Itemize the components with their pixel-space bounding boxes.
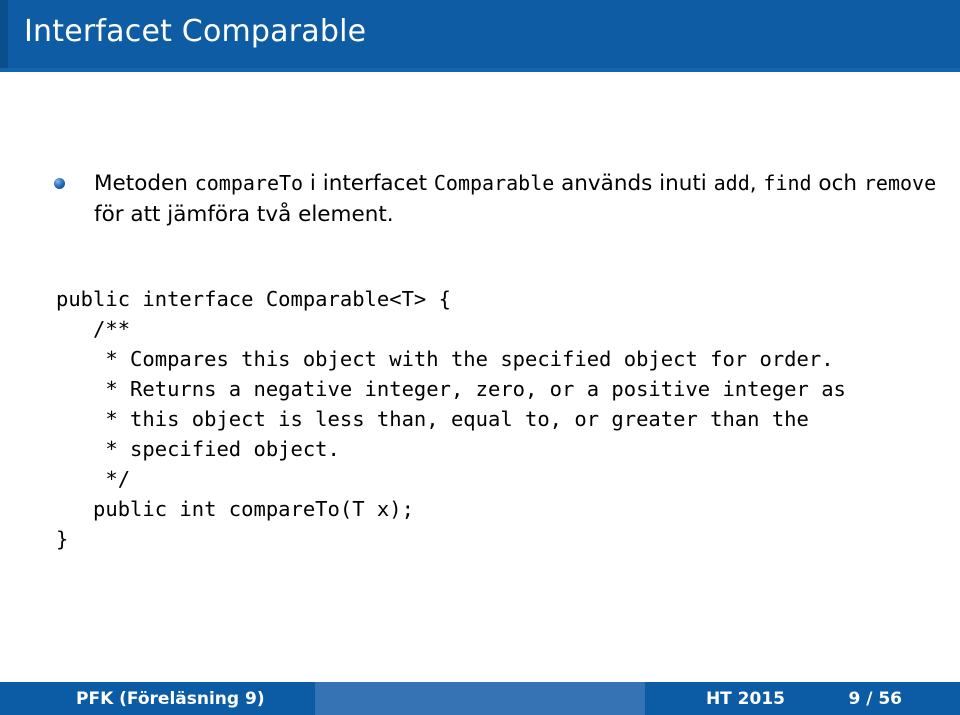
code-line: public interface Comparable<T> {	[56, 287, 451, 311]
page-title: Interfacet Comparable	[24, 14, 367, 49]
code-line: /**	[56, 317, 131, 341]
code-line: * this object is less than, equal to, or…	[56, 407, 809, 431]
code-line: public int compareTo(T x);	[56, 497, 414, 521]
bullet-code-token: compareTo	[194, 171, 304, 195]
footer-page-number: 9 / 56	[848, 689, 902, 709]
footer-author-label: PFK (Föreläsning 9)	[76, 689, 265, 709]
bullet-list-item: Metoden compareTo i interfacet Comparabl…	[54, 168, 944, 230]
blue-sphere-bullet-icon	[54, 178, 65, 189]
code-line: }	[56, 527, 69, 551]
bullet-code-token: Comparable	[433, 171, 555, 195]
footer-segment-right	[645, 682, 960, 715]
bullet-text-run: och	[811, 171, 864, 196]
bullet-code-token: find	[763, 171, 812, 195]
header-left-accent-strip	[0, 0, 8, 72]
bullet-text-run: för att jämföra två element.	[94, 202, 394, 227]
slide-footer-bar: PFK (Föreläsning 9) HT 2015 9 / 56	[0, 682, 960, 715]
bullet-code-token: remove	[863, 171, 937, 195]
bullet-text-run: ,	[749, 171, 764, 196]
bullet-text-run: Metoden	[94, 171, 195, 196]
code-listing: public interface Comparable<T> { /** * C…	[56, 284, 846, 554]
bullet-code-token: add	[713, 171, 750, 195]
slide-header-bar: Interfacet Comparable	[0, 0, 960, 72]
bullet-item-text: Metoden compareTo i interfacet Comparabl…	[94, 168, 944, 230]
code-line: * specified object.	[56, 437, 340, 461]
bullet-text-run: används inuti	[554, 171, 714, 196]
footer-term-label: HT 2015	[705, 689, 785, 709]
bullet-text-run: i interfacet	[303, 171, 434, 196]
footer-segment-middle	[315, 682, 645, 715]
code-line: * Compares this object with the specifie…	[56, 347, 834, 371]
code-line: */	[56, 467, 131, 491]
slide-content: Metoden compareTo i interfacet Comparabl…	[0, 72, 960, 682]
code-line: * Returns a negative integer, zero, or a…	[56, 377, 846, 401]
